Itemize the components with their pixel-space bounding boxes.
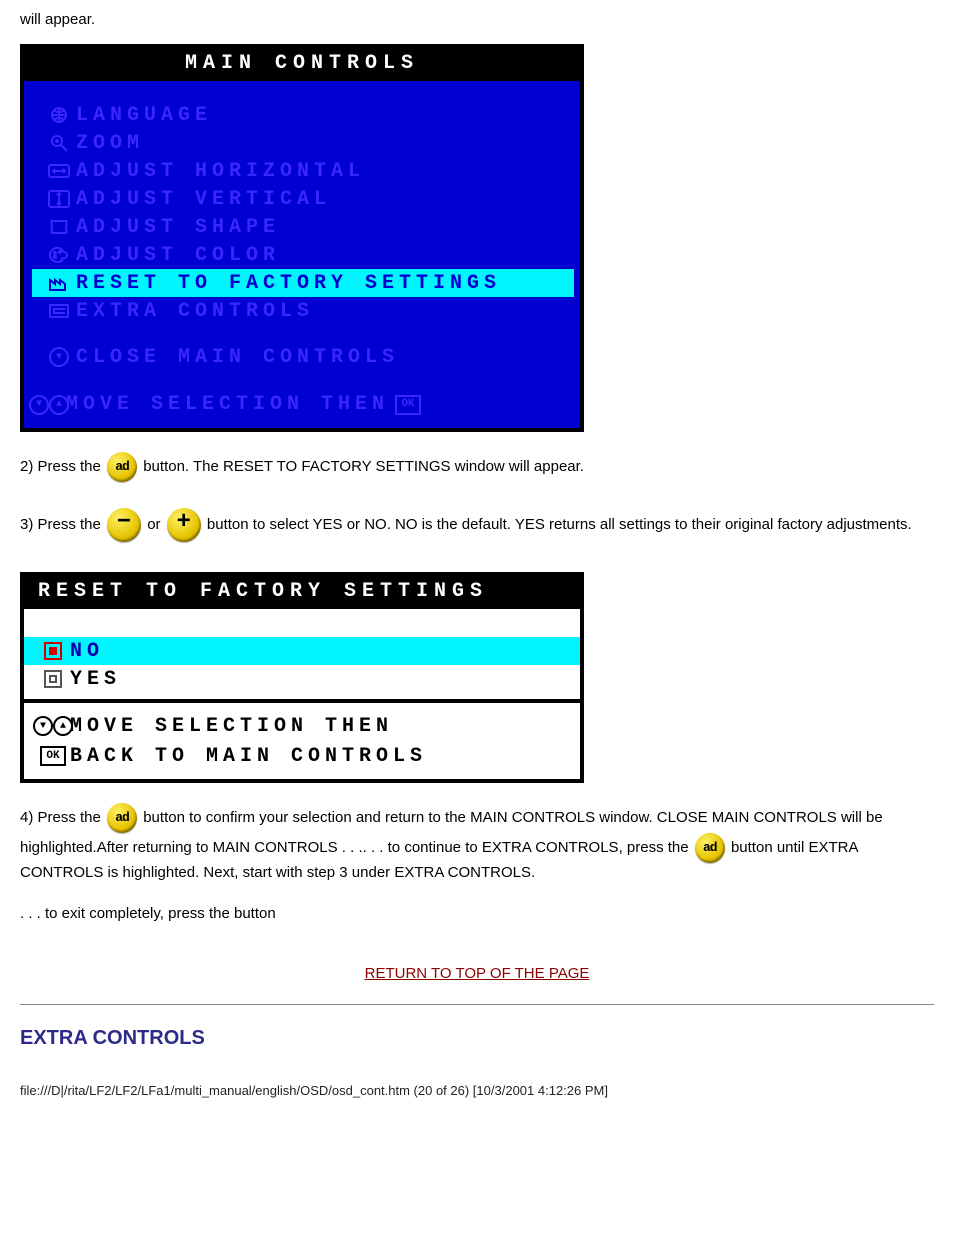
footer-file-url: file:///D|/rita/LF2/LF2/LFa1/multi_manua… bbox=[20, 1082, 934, 1100]
panel-title: MAIN CONTROLS bbox=[24, 48, 580, 81]
magnify-icon bbox=[42, 133, 76, 153]
ok-button[interactable]: ad bbox=[107, 803, 137, 833]
menu-item-reset-factory[interactable]: RESET TO FACTORY SETTINGS bbox=[32, 269, 574, 297]
globe-icon bbox=[42, 105, 76, 125]
footer-line2: BACK TO MAIN CONTROLS bbox=[70, 743, 427, 770]
reset-panel: RESET TO FACTORY SETTINGS NO YES ▼▲ MOVE… bbox=[20, 572, 584, 783]
step4-pre: 4) Press the bbox=[20, 809, 105, 826]
menu-item-adjust-vertical[interactable]: ADJUST VERTICAL bbox=[32, 185, 574, 213]
down-arrow-icon: ▼ bbox=[42, 347, 76, 367]
radio-unselected-icon bbox=[36, 670, 70, 688]
list-icon bbox=[42, 301, 76, 321]
factory-icon bbox=[42, 273, 76, 293]
option-label: NO bbox=[70, 638, 104, 665]
radio-selected-icon bbox=[36, 642, 70, 660]
divider bbox=[20, 1004, 934, 1005]
step-2: 2) Press the ad button. The RESET TO FAC… bbox=[20, 452, 934, 482]
intro-text: will appear. bbox=[20, 10, 934, 30]
step-4: 4) Press the ad button to confirm your s… bbox=[20, 803, 934, 883]
section-heading-extra-controls: EXTRA CONTROLS bbox=[20, 1025, 934, 1052]
menu-item-extra-controls[interactable]: EXTRA CONTROLS bbox=[32, 297, 574, 325]
menu-item-zoom[interactable]: ZOOM bbox=[32, 129, 574, 157]
menu-label: ADJUST HORIZONTAL bbox=[76, 158, 365, 185]
panel-footer: ▼▲ MOVE SELECTION THEN OK BACK TO MAIN C… bbox=[24, 699, 580, 779]
ok-icon: OK bbox=[395, 395, 421, 415]
step3-pre: 3) Press the bbox=[20, 516, 105, 533]
panel-footer: ▼▲ MOVE SELECTION THEN OK bbox=[24, 381, 580, 428]
palette-icon bbox=[42, 245, 76, 265]
menu-label: RESET TO FACTORY SETTINGS bbox=[76, 270, 501, 297]
menu-label: ADJUST SHAPE bbox=[76, 214, 280, 241]
step2-post: button. The RESET TO FACTORY SETTINGS wi… bbox=[143, 458, 584, 475]
menu-label: CLOSE MAIN CONTROLS bbox=[76, 344, 399, 371]
ok-icon: OK bbox=[36, 746, 70, 766]
step-5: . . . to exit completely, press the butt… bbox=[20, 904, 934, 924]
plus-button[interactable]: + bbox=[167, 508, 201, 542]
menu-item-adjust-color[interactable]: ADJUST COLOR bbox=[32, 241, 574, 269]
menu-item-adjust-shape[interactable]: ADJUST SHAPE bbox=[32, 213, 574, 241]
return-to-top-link[interactable]: RETURN TO TOP OF THE PAGE bbox=[0, 964, 954, 984]
footer-label: MOVE SELECTION THEN bbox=[66, 391, 389, 418]
step2-pre: 2) Press the bbox=[20, 458, 105, 475]
up-down-arrows-icon: ▼▲ bbox=[32, 395, 66, 415]
menu-label: ADJUST VERTICAL bbox=[76, 186, 331, 213]
menu-label: ADJUST COLOR bbox=[76, 242, 280, 269]
step-3: 3) Press the − or + button to select YES… bbox=[20, 508, 934, 542]
menu-item-close[interactable]: ▼ CLOSE MAIN CONTROLS bbox=[32, 343, 574, 371]
footer-line1: MOVE SELECTION THEN bbox=[70, 713, 393, 740]
menu-item-adjust-horizontal[interactable]: ADJUST HORIZONTAL bbox=[32, 157, 574, 185]
option-yes[interactable]: YES bbox=[24, 665, 580, 693]
shape-icon bbox=[42, 217, 76, 237]
ok-button[interactable]: ad bbox=[107, 452, 137, 482]
menu-label: ZOOM bbox=[76, 130, 144, 157]
menu-label: LANGUAGE bbox=[76, 102, 212, 129]
panel-title: RESET TO FACTORY SETTINGS bbox=[24, 576, 580, 609]
ok-button[interactable]: ad bbox=[695, 833, 725, 863]
up-down-arrows-icon: ▼▲ bbox=[36, 716, 70, 736]
main-controls-panel: MAIN CONTROLS LANGUAGE ZOOM ADJUST HORIZ… bbox=[20, 44, 584, 432]
arrows-v-icon bbox=[42, 189, 76, 209]
minus-button[interactable]: − bbox=[107, 508, 141, 542]
arrows-h-icon bbox=[42, 161, 76, 181]
menu-label: EXTRA CONTROLS bbox=[76, 298, 314, 325]
option-no[interactable]: NO bbox=[24, 637, 580, 665]
step3-post: button to select YES or NO. NO is the de… bbox=[207, 516, 912, 533]
step3-mid: or bbox=[147, 516, 165, 533]
menu-item-language[interactable]: LANGUAGE bbox=[32, 101, 574, 129]
option-label: YES bbox=[70, 666, 121, 693]
